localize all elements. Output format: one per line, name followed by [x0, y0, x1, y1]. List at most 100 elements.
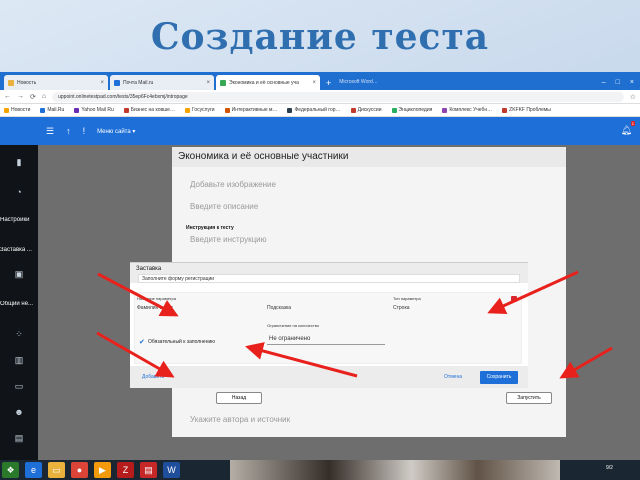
menu-icon[interactable]: ☰ [46, 126, 54, 137]
folder-icon[interactable]: ▭ [48, 462, 65, 478]
dialog-footer: Добавить Отмена Сохранить [130, 366, 528, 388]
bookmark-item[interactable]: Yahoo Mail Ru [74, 107, 114, 113]
bell-icon[interactable]: 🔔︎ [621, 125, 632, 136]
tab-favicon [220, 79, 226, 86]
tab-test-editor[interactable]: Экономика и её основные уча × [216, 75, 320, 90]
form-title-input[interactable]: Заполните форму регистрации [138, 274, 520, 283]
scatter-icon[interactable]: ⁘ [0, 329, 38, 340]
bookmark-label: Yahoo Mail Ru [81, 107, 114, 113]
minimize-icon[interactable]: – [602, 79, 606, 86]
tab-word[interactable]: Microsoft Word… [335, 75, 405, 90]
document-icon[interactable]: ▮ [0, 157, 38, 168]
tab-label: Новость [17, 79, 37, 86]
description-placeholder[interactable]: Введите описание [190, 202, 258, 211]
exclamation-icon[interactable]: ! [83, 126, 86, 136]
bookmark-favicon-icon [442, 107, 448, 113]
bookmark-star-icon[interactable]: ☆ [630, 93, 636, 101]
reload-icon[interactable]: ⟳ [30, 93, 36, 101]
back-icon[interactable]: ← [4, 93, 11, 100]
tab-label: Экономика и её основные уча [229, 79, 299, 86]
bookmark-item[interactable]: ZKFKF Проблемы [502, 107, 551, 113]
sidebar-item-settings[interactable]: Настройки [0, 217, 40, 223]
param-type-value[interactable]: Строка [393, 305, 410, 311]
word-icon[interactable]: W [163, 462, 180, 478]
bookmark-favicon-icon [350, 107, 356, 113]
bookmark-item[interactable]: Mail.Ru [40, 107, 64, 113]
gauge-icon[interactable]: ◔ [0, 187, 38, 197]
author-placeholder[interactable]: Укажите автора и источник [190, 415, 290, 424]
new-tab-button[interactable]: + [326, 78, 331, 88]
close-icon[interactable]: × [100, 80, 104, 86]
param-name-value[interactable]: Фамилия и имя [137, 305, 173, 311]
bookmark-item[interactable]: Бизнес на ковше… [123, 107, 175, 113]
filezilla-icon[interactable]: Z [117, 462, 134, 478]
tab-favicon [8, 79, 14, 86]
bookmark-favicon-icon [4, 107, 9, 113]
param-hint[interactable]: Подсказка [267, 305, 291, 311]
delete-icon[interactable] [511, 296, 517, 302]
pdf-icon[interactable]: ▤ [140, 462, 157, 478]
forward-icon[interactable]: → [17, 93, 24, 100]
limit-label: Ограничение на количество [267, 323, 320, 328]
info-icon[interactable]: ▣ [0, 269, 38, 280]
sidebar-item-general[interactable]: Общий не... [0, 301, 40, 307]
site-menu-button[interactable]: Меню сайта ▾ [97, 128, 135, 135]
bookmark-favicon-icon [184, 107, 190, 113]
app-header: ☰ ↑ ! Меню сайта ▾ 🔔︎ 1 [0, 117, 640, 145]
param-name-label: Название параметра [137, 296, 176, 301]
test-title: Экономика и её основные участники [172, 147, 566, 167]
bookmark-item[interactable]: Дискуссии [350, 107, 382, 113]
bookmark-label: Комплекс Учебн… [449, 107, 493, 113]
home-icon[interactable]: ⌂ [42, 93, 46, 100]
url-input[interactable]: uppoint.onlinetestpad.com/tests/35ep6Fc4… [52, 91, 624, 102]
bookmark-label: Госуслуги [191, 107, 215, 113]
sidebar: ▮ ◔ Настройки Заставка ... ▣ Общий не...… [0, 145, 38, 460]
bookmark-label: Бизнес на ковше… [130, 107, 175, 113]
address-bar-row: ← → ⟳ ⌂ uppoint.onlinetestpad.com/tests/… [0, 90, 640, 104]
add-link[interactable]: Добавить [142, 374, 164, 380]
bookmark-item[interactable]: Комплекс Учебн… [442, 107, 492, 113]
window-controls: – □ × [596, 79, 640, 90]
image-icon[interactable]: ▭ [0, 381, 38, 392]
bookmark-label: Mail.Ru [47, 107, 65, 113]
close-icon[interactable]: × [312, 80, 316, 86]
report-icon[interactable]: ▤ [0, 433, 38, 444]
required-checkbox-label: Обязательный к заполнению [148, 339, 216, 345]
bookmark-item[interactable]: Госуслуги [184, 107, 215, 113]
notification-badge: 1 [630, 121, 635, 126]
bookmark-label: Интерактивные м… [231, 107, 278, 113]
ie-icon[interactable]: e [25, 462, 42, 478]
media-player-icon[interactable]: ▶ [94, 462, 111, 478]
bookmark-favicon-icon [74, 107, 80, 113]
close-window-icon[interactable]: × [630, 79, 634, 86]
start-button[interactable]: Запустить [506, 392, 552, 404]
bookmark-item[interactable]: Интерактивные м… [224, 107, 278, 113]
browser-window: Новость × Почта Mail.ru × Экономика и её… [0, 72, 640, 460]
bookmark-favicon-icon [224, 107, 230, 113]
bookmark-item[interactable]: Новости [4, 107, 30, 113]
close-icon[interactable]: × [206, 80, 210, 86]
maximize-icon[interactable]: □ [616, 79, 620, 86]
instruction-placeholder[interactable]: Введите инструкцию [190, 235, 267, 244]
registration-form-dialog: Заставка Заполните форму регистрации Наз… [130, 262, 528, 388]
tab-news[interactable]: Новость × [4, 75, 108, 90]
tab-mail[interactable]: Почта Mail.ru × [110, 75, 214, 90]
clock: 9/2 [606, 465, 613, 471]
arrow-up-icon[interactable]: ↑ [66, 126, 71, 136]
users-icon[interactable]: ☻ [0, 407, 38, 417]
chrome-icon[interactable]: ● [71, 462, 88, 478]
cancel-link[interactable]: Отмена [444, 374, 462, 380]
bookmark-item[interactable]: Федеральный гор… [287, 107, 341, 113]
start-icon[interactable]: ❖ [2, 462, 19, 478]
bookmark-label: Дискуссии [357, 107, 382, 113]
tab-label: Почта Mail.ru [123, 79, 154, 86]
tab-favicon [114, 79, 120, 86]
limit-select[interactable]: Не ограничено [267, 336, 385, 345]
sidebar-item-start-page[interactable]: Заставка ... [0, 247, 40, 253]
add-image-placeholder[interactable]: Добавьте изображение [190, 180, 276, 189]
save-button[interactable]: Сохранить [480, 371, 518, 384]
back-button[interactable]: Назад [216, 392, 262, 404]
bookmark-item[interactable]: Энциклопедия [391, 107, 432, 113]
checkbox-checked-icon[interactable]: ✔ [139, 338, 145, 346]
bar-chart-icon[interactable]: ▥ [0, 355, 38, 366]
